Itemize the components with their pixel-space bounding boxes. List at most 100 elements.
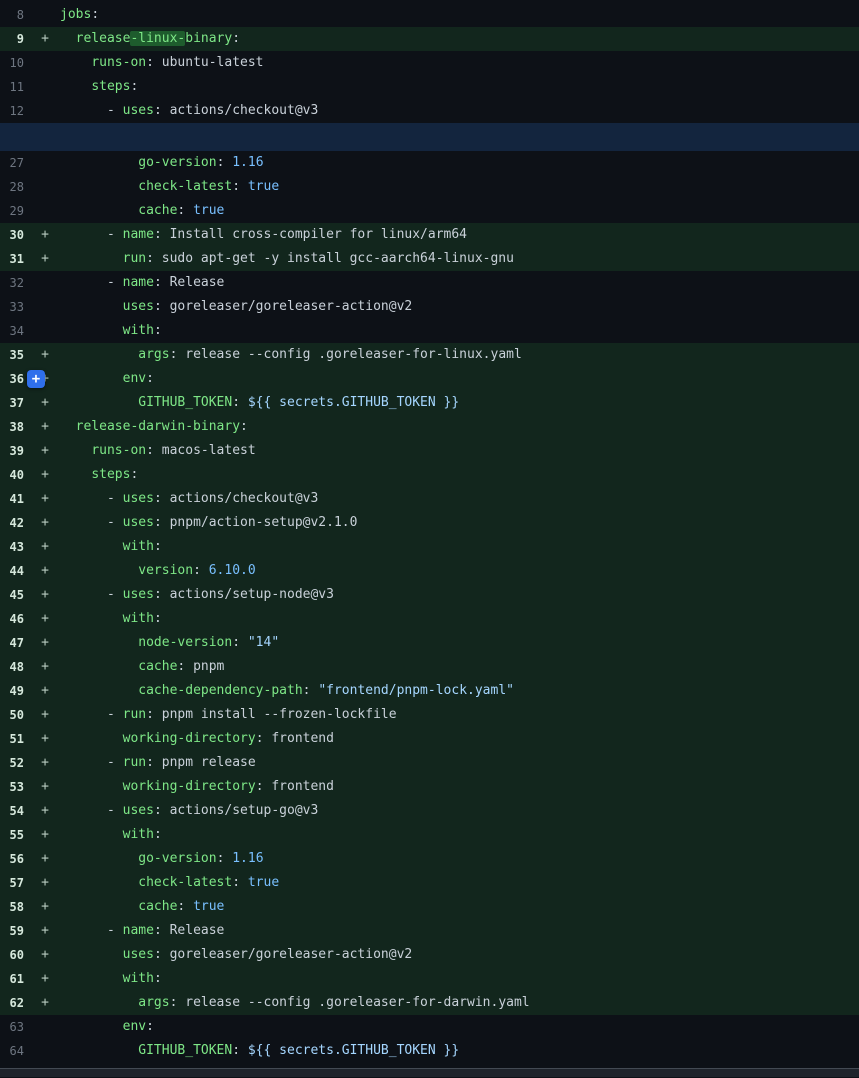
diff-line-35: 35+ args: release --config .goreleaser-f… bbox=[0, 343, 859, 367]
line-number[interactable]: 40 bbox=[0, 463, 24, 487]
line-number[interactable]: 45 bbox=[0, 583, 24, 607]
code-text: node-version: "14" bbox=[53, 631, 859, 655]
diff-marker bbox=[37, 3, 53, 27]
diff-marker: + bbox=[37, 463, 53, 487]
line-number[interactable]: 59 bbox=[0, 919, 24, 943]
diff-line-54: 54 + - uses: actions/setup-go@v3 bbox=[0, 799, 859, 823]
diff-line-10: 10 runs-on: ubuntu-latest bbox=[0, 51, 859, 75]
line-number[interactable]: 28 bbox=[0, 175, 24, 199]
diff-marker: + bbox=[37, 487, 53, 511]
diff-marker bbox=[37, 175, 53, 199]
diff-marker bbox=[37, 151, 53, 175]
line-number[interactable]: 47 bbox=[0, 631, 24, 655]
code-text: go-version: 1.16 bbox=[53, 847, 859, 871]
line-number[interactable]: 41 bbox=[0, 487, 24, 511]
line-number[interactable]: 60 bbox=[0, 943, 24, 967]
line-number[interactable]: 42 bbox=[0, 511, 24, 535]
line-number[interactable]: 29 bbox=[0, 199, 24, 223]
diff-line-48: 48+ cache: pnpm bbox=[0, 655, 859, 679]
code-text: runs-on: ubuntu-latest bbox=[53, 51, 859, 75]
line-number[interactable]: 37 bbox=[0, 391, 24, 415]
line-number[interactable]: 12 bbox=[0, 99, 24, 123]
diff-marker: + bbox=[37, 823, 53, 847]
line-number[interactable]: 33 bbox=[0, 295, 24, 319]
diff-marker bbox=[37, 99, 53, 123]
file-bottom-border bbox=[0, 1068, 859, 1077]
line-number[interactable]: 35 bbox=[0, 343, 24, 367]
diff-marker: + bbox=[37, 727, 53, 751]
diff-marker: + bbox=[37, 847, 53, 871]
line-number[interactable]: 39 bbox=[0, 439, 24, 463]
code-text: cache: true bbox=[53, 199, 859, 223]
hunk-expander[interactable] bbox=[0, 123, 859, 151]
line-number[interactable]: 61 bbox=[0, 967, 24, 991]
line-number[interactable]: 55 bbox=[0, 823, 24, 847]
diff-line-41: 41+ - uses: actions/checkout@v3 bbox=[0, 487, 859, 511]
line-number[interactable]: 53 bbox=[0, 775, 24, 799]
diff-marker bbox=[37, 1039, 53, 1063]
diff-marker: + bbox=[37, 943, 53, 967]
line-number[interactable]: 49 bbox=[0, 679, 24, 703]
diff-marker: + bbox=[37, 895, 53, 919]
line-number[interactable]: 52 bbox=[0, 751, 24, 775]
line-number[interactable]: 56 bbox=[0, 847, 24, 871]
line-number[interactable]: 43 bbox=[0, 535, 24, 559]
line-number[interactable]: 58 bbox=[0, 895, 24, 919]
line-number[interactable]: 64 bbox=[0, 1039, 24, 1063]
diff-line-30: 30+ - name: Install cross-compiler for l… bbox=[0, 223, 859, 247]
code-text: run: sudo apt-get -y install gcc-aarch64… bbox=[53, 247, 859, 271]
diff-line-31: 31+ run: sudo apt-get -y install gcc-aar… bbox=[0, 247, 859, 271]
line-number[interactable]: 51 bbox=[0, 727, 24, 751]
diff-line-61: 61+ with: bbox=[0, 967, 859, 991]
code-text: uses: goreleaser/goreleaser-action@v2 bbox=[53, 943, 859, 967]
diff-line-28: 28 check-latest: true bbox=[0, 175, 859, 199]
diff-marker bbox=[37, 295, 53, 319]
line-number[interactable]: 54 bbox=[0, 799, 24, 823]
line-number[interactable]: 8 bbox=[0, 3, 24, 27]
line-number[interactable]: 44 bbox=[0, 559, 24, 583]
add-line-comment-button[interactable]: + bbox=[27, 370, 45, 388]
diff-line-58: 58+ cache: true bbox=[0, 895, 859, 919]
diff-marker: + bbox=[37, 583, 53, 607]
line-number[interactable]: 50 bbox=[0, 703, 24, 727]
line-number[interactable]: 36 bbox=[0, 367, 24, 391]
line-number[interactable]: 57 bbox=[0, 871, 24, 895]
line-number[interactable]: 38 bbox=[0, 415, 24, 439]
diff-marker: + bbox=[37, 751, 53, 775]
diff-marker: + bbox=[37, 775, 53, 799]
code-text: - name: Release bbox=[53, 271, 859, 295]
line-number[interactable]: 48 bbox=[0, 655, 24, 679]
code-text: - uses: actions/setup-go@v3 bbox=[53, 799, 859, 823]
line-number[interactable]: 9 bbox=[0, 27, 24, 51]
diff-marker bbox=[37, 1015, 53, 1039]
line-number[interactable]: 46 bbox=[0, 607, 24, 631]
diff-line-57: 57+ check-latest: true bbox=[0, 871, 859, 895]
diff-marker: + bbox=[37, 607, 53, 631]
line-number[interactable]: 63 bbox=[0, 1015, 24, 1039]
diff-marker: + bbox=[37, 631, 53, 655]
diff-line-46: 46+ with: bbox=[0, 607, 859, 631]
line-number[interactable]: 31 bbox=[0, 247, 24, 271]
line-number[interactable]: 30 bbox=[0, 223, 24, 247]
diff-line-38: 38+ release-darwin-binary: bbox=[0, 415, 859, 439]
diff-marker: + bbox=[37, 799, 53, 823]
diff-line-63: 63 env: bbox=[0, 1015, 859, 1039]
line-number[interactable]: 32 bbox=[0, 271, 24, 295]
diff-line-52: 52+ - run: pnpm release bbox=[0, 751, 859, 775]
line-number[interactable]: 62 bbox=[0, 991, 24, 1015]
line-number[interactable]: 10 bbox=[0, 51, 24, 75]
line-number[interactable]: 34 bbox=[0, 319, 24, 343]
code-text: args: release --config .goreleaser-for-d… bbox=[53, 991, 859, 1015]
diff-line-60: 60 + uses: goreleaser/goreleaser-action@v… bbox=[0, 943, 859, 967]
diff-line-44: 44+ version: 6.10.0 bbox=[0, 559, 859, 583]
diff-marker: + bbox=[37, 511, 53, 535]
diff-line-53: 53+ working-directory: frontend bbox=[0, 775, 859, 799]
diff-file-view: 8jobs:9+ release-linux-binary:10 runs-on… bbox=[0, 0, 859, 1077]
code-text: runs-on: macos-latest bbox=[53, 439, 859, 463]
code-text: - run: pnpm install --frozen-lockfile bbox=[53, 703, 859, 727]
line-number[interactable]: 27 bbox=[0, 151, 24, 175]
diff-line-39: 39+ runs-on: macos-latest bbox=[0, 439, 859, 463]
diff-marker: + bbox=[37, 223, 53, 247]
code-text: cache: pnpm bbox=[53, 655, 859, 679]
line-number[interactable]: 11 bbox=[0, 75, 24, 99]
